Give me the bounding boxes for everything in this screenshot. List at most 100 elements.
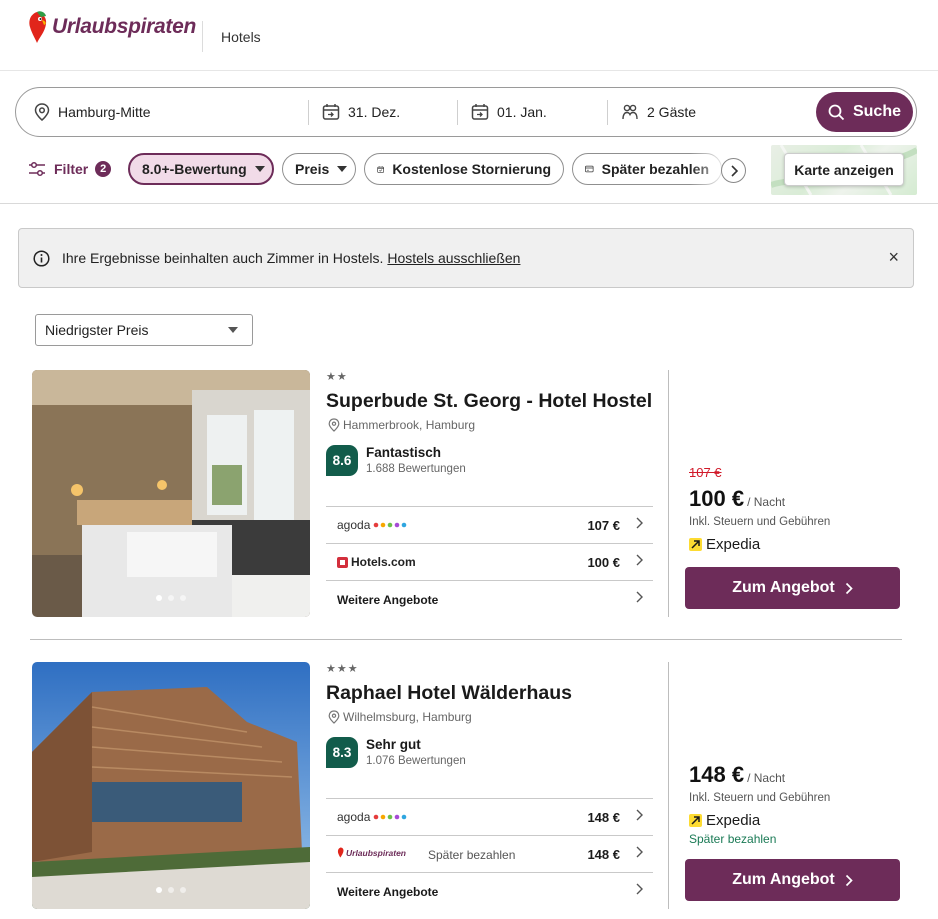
parrot-logo-icon — [29, 11, 47, 43]
card-separator — [30, 639, 902, 640]
chips-scroll-right-button[interactable] — [721, 158, 746, 183]
chevron-right-icon — [636, 809, 643, 821]
logo[interactable]: Urlaubspiraten — [27, 10, 196, 44]
agoda-dots-icon — [374, 814, 407, 820]
nav-hotels[interactable]: Hotels — [221, 29, 261, 45]
destination-value: Hamburg-Mitte — [58, 104, 151, 120]
filter-bar: Filter 2 8.0+-Bewertung Preis Kostenlose… — [0, 145, 938, 195]
building-photo-graphic — [32, 662, 310, 909]
search-button[interactable]: Suche — [816, 92, 913, 132]
hotel-card[interactable]: ★★ Superbude St. Georg - Hotel Hostel Ha… — [32, 370, 902, 617]
filter-count-badge: 2 — [95, 161, 112, 177]
price-value: 100 € — [689, 486, 745, 511]
show-map-button[interactable]: Karte anzeigen — [784, 153, 904, 186]
destination-field[interactable]: Hamburg-Mitte — [34, 88, 304, 136]
exclude-hostels-link[interactable]: Hostels ausschließen — [387, 250, 520, 266]
credit-card-icon — [585, 165, 594, 173]
more-offers-label: Weitere Angebote — [337, 885, 439, 899]
star-rating: ★★ — [326, 371, 348, 383]
chevron-right-icon — [845, 874, 853, 886]
chevron-right-icon — [636, 517, 643, 529]
sort-value: Niedrigster Preis — [45, 322, 149, 338]
sliders-icon — [29, 161, 45, 177]
chip-rating[interactable]: 8.0+-Bewertung — [128, 153, 274, 185]
location-pin-icon — [328, 418, 340, 432]
score-badge: 8.3 — [326, 737, 358, 768]
cta-label: Zum Angebot — [732, 579, 835, 596]
offer-row-agoda[interactable]: agoda 107 € — [326, 506, 653, 543]
chip-price[interactable]: Preis — [282, 153, 356, 185]
calendar-in-icon — [322, 104, 340, 120]
chevron-right-icon — [845, 582, 853, 594]
parrot-mini-icon — [337, 847, 344, 858]
guests-field[interactable]: 2 Gäste — [621, 88, 801, 136]
offer-row-hotelscom[interactable]: Hotels.com 100 € — [326, 543, 653, 580]
room-photo-graphic — [32, 370, 310, 617]
search-divider — [607, 100, 608, 125]
old-price: 107 € — [689, 465, 722, 480]
view-deal-button[interactable]: Zum Angebot — [685, 859, 900, 901]
offer-row-urlaubspiraten[interactable]: Urlaubspiraten Später bezahlen 148 € — [326, 835, 653, 872]
guests-value: 2 Gäste — [647, 104, 697, 120]
provider-name: agoda — [337, 518, 371, 532]
partner-expedia: Expedia — [689, 536, 760, 553]
hotel-location: Wilhelmsburg, Hamburg — [328, 710, 472, 724]
hotel-name[interactable]: Superbude St. Georg - Hotel Hostel — [326, 390, 652, 413]
site-header: Urlaubspiraten Hotels — [0, 0, 938, 71]
filters-divider — [0, 203, 938, 204]
checkin-value: 31. Dez. — [348, 104, 401, 120]
offer-price: 107 € — [587, 518, 620, 533]
hotelscom-icon — [337, 556, 348, 568]
urlaubspiraten-logo: Urlaubspiraten — [337, 847, 406, 858]
offer-row-agoda[interactable]: agoda 148 € — [326, 798, 653, 835]
price-value: 148 € — [689, 762, 745, 787]
chip-label: 8.0+-Bewertung — [142, 161, 247, 177]
provider-name: Urlaubspiraten — [346, 847, 406, 858]
hotel-photo[interactable] — [32, 370, 310, 617]
offers-list: agoda 148 € Urlaubspiraten Später bezahl… — [326, 798, 653, 909]
review-count: 1.688 Bewertungen — [366, 463, 466, 475]
card-divider — [668, 662, 669, 909]
offer-price: 148 € — [587, 847, 620, 862]
per-night: / Nacht — [747, 771, 786, 785]
chip-free-cancellation[interactable]: Kostenlose Stornierung — [364, 153, 564, 185]
guests-icon — [622, 104, 638, 120]
chevron-right-icon — [730, 164, 738, 177]
hotel-name[interactable]: Raphael Hotel Wälderhaus — [326, 682, 572, 705]
location-text: Wilhelmsburg, Hamburg — [343, 710, 472, 724]
search-divider — [457, 100, 458, 125]
more-offers-row[interactable]: Weitere Angebote — [326, 580, 653, 617]
hotel-card[interactable]: ★★★ Raphael Hotel Wälderhaus Wilhelmsbur… — [32, 662, 902, 909]
checkout-field[interactable]: 01. Jan. — [471, 88, 601, 136]
offer-price: 148 € — [587, 810, 620, 825]
chevron-down-icon — [228, 327, 238, 333]
agoda-logo: agoda — [337, 518, 407, 532]
provider-name: Hotels.com — [351, 555, 416, 569]
photo-dots[interactable] — [32, 595, 310, 601]
card-divider — [668, 370, 669, 617]
review-count: 1.076 Bewertungen — [366, 755, 466, 767]
location-pin-icon — [34, 103, 50, 121]
chevron-down-icon — [337, 166, 348, 172]
magnifier-icon — [828, 104, 845, 120]
filter-button[interactable]: Filter 2 — [28, 161, 112, 177]
search-bar: Hamburg-Mitte 31. Dez. 01. Jan. 2 Gäste … — [15, 87, 917, 137]
photo-dots[interactable] — [32, 887, 310, 893]
more-offers-row[interactable]: Weitere Angebote — [326, 872, 653, 909]
agoda-dots-icon — [374, 522, 407, 528]
sort-select[interactable]: Niedrigster Preis — [35, 314, 253, 346]
chevron-right-icon — [636, 883, 643, 895]
offer-price: 100 € — [587, 555, 620, 570]
hotel-photo[interactable] — [32, 662, 310, 909]
price: 148 € / Nacht — [689, 762, 785, 788]
view-deal-button[interactable]: Zum Angebot — [685, 567, 900, 609]
checkin-field[interactable]: 31. Dez. — [322, 88, 452, 136]
star-rating: ★★★ — [326, 663, 359, 675]
offers-list: agoda 107 € Hotels.com 100 € Weitere Ang… — [326, 506, 653, 617]
price: 100 € / Nacht — [689, 486, 785, 512]
close-icon[interactable]: × — [888, 247, 899, 268]
expedia-icon — [689, 814, 702, 827]
rating-word: Sehr gut — [366, 737, 421, 752]
partner-name: Expedia — [706, 536, 761, 553]
agoda-logo: agoda — [337, 810, 407, 824]
